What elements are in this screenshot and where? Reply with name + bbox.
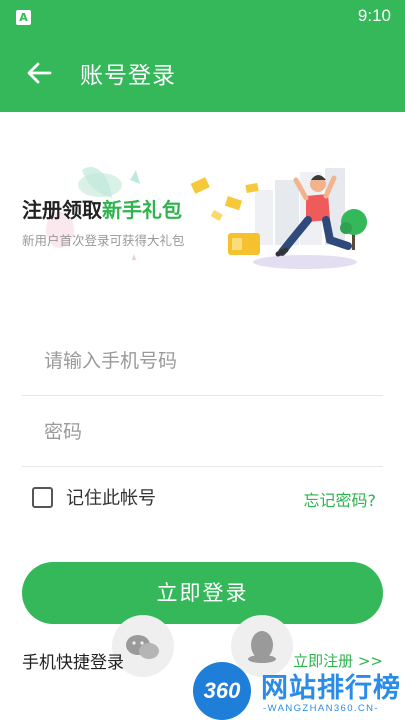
banner-headline-prefix: 注册领取 (22, 198, 102, 222)
banner-headline: 注册领取新手礼包 (22, 194, 182, 223)
remember-checkbox[interactable] (32, 486, 53, 508)
quick-login-link[interactable]: 手机快捷登录 (22, 648, 124, 673)
banner-subtitle: 新用户首次登录可获得大礼包 (22, 233, 185, 248)
page-title: 账号登录 (80, 63, 176, 89)
phone-input[interactable] (42, 345, 366, 377)
login-button[interactable]: 立即登录 (22, 562, 383, 624)
remember-account-row[interactable]: 记住此帐号 (32, 484, 156, 510)
phone-field (22, 325, 383, 396)
banner-headline-highlight: 新手礼包 (102, 198, 182, 222)
back-arrow-icon[interactable] (24, 58, 54, 88)
app-notification-icon: A (16, 10, 31, 25)
forgot-password-link[interactable]: 忘记密码? (304, 487, 377, 511)
status-time: 9:10 (357, 6, 391, 25)
password-field (22, 396, 383, 467)
watermark-brand: 网站排行榜 (261, 673, 401, 704)
app-bar: 账号登录 (0, 34, 405, 112)
remember-label: 记住此帐号 (66, 488, 156, 509)
status-bar: A 9:10 (0, 0, 405, 34)
watermark: 360 网站排行榜 -WANGZHAN360.CN- (193, 656, 405, 720)
password-input[interactable] (42, 416, 366, 448)
promo-banner: 注册领取新手礼包 新用户首次登录可获得大礼包 (0, 150, 405, 290)
watermark-logo: 360 (193, 662, 251, 720)
watermark-domain: -WANGZHAN360.CN- (263, 703, 379, 714)
